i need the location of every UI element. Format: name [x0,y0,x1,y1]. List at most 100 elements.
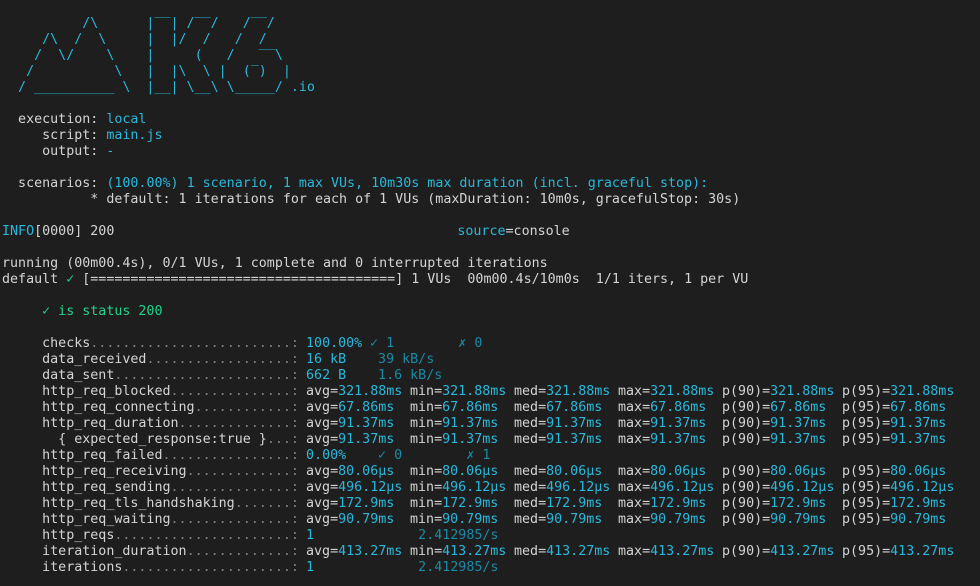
metric-stat-label: p(90)= [722,384,771,399]
check-result: ✓ is status 200 [2,304,163,319]
metric-stat-p95: p(95)=321.88ms [842,384,954,400]
metric-stat-label: avg= [306,544,339,559]
metric-stat-value: 67.86ms [442,400,499,415]
metric-stat-label: p(90)= [722,400,771,415]
metric-stat-label: p(90)= [722,512,771,527]
script-label: script: [2,128,99,143]
metric-stat-label: med= [514,400,547,415]
metric-stat-label: min= [410,544,443,559]
metric-stat-value: 91.37ms [770,432,827,447]
metric-stat-min: min=90.79ms [410,512,498,528]
metric-stat-p95: p(95)=413.27ms [842,544,954,560]
metric-stat-value: 172.9ms [770,496,827,511]
metric-stat-avg: avg=321.88ms [306,384,402,400]
metric-row: http_req_connecting............: avg=67.8… [2,400,978,416]
metric-dots: ...: [266,432,299,447]
metric-stat-value: 413.27ms [442,544,507,559]
metric-stat-med: med=91.37ms [514,416,602,432]
metric-stat-label: min= [410,432,443,447]
metric-value: 100.00% [298,336,363,351]
metric-stat-label: p(95)= [842,512,891,527]
metric-stat-label: p(95)= [842,464,891,479]
metric-stat-label: max= [618,464,651,479]
output-line: output: - [2,144,978,160]
metric-stat-value: 172.9ms [650,496,707,511]
metric-dots: ......................: [114,528,299,543]
metric-name: http_req_tls_handshaking [2,496,235,511]
metric-dots: ..............: [178,416,299,431]
logo-line: / __________ \ |__| \__\ \_____/ [2,80,283,95]
log-source-value: =console [505,224,570,239]
metric-stat-value: 413.27ms [650,544,715,559]
metric-stat-value: 172.9ms [338,496,395,511]
metric-name: http_req_receiving [2,464,187,479]
metric-stat-label: avg= [306,416,339,431]
metric-stat-label: avg= [306,400,339,415]
metric-row: http_req_duration..............: avg=91.3… [2,416,978,432]
metric-stat-value: 496.12µs [338,480,403,495]
metric-stat-label: p(95)= [842,496,891,511]
metric-stat-p90: p(90)=172.9ms [722,496,826,512]
metric-row: http_req_sending...............: avg=496.… [2,480,978,496]
metric-stat-label: avg= [306,480,339,495]
metric-stat-value: 496.12µs [546,480,611,495]
progress-tail: 1 VUs 00m00.4s/10m0s 1/1 iters, 1 per VU [403,272,749,287]
metric-name: http_req_blocked [2,384,171,399]
metric-stat-label: p(95)= [842,432,891,447]
metric-name: http_req_waiting [2,512,171,527]
metric-stat-p90: p(90)=67.86ms [722,400,826,416]
metric-value: 0.00% [298,448,347,463]
log-line: INFO[0000] 200 source=console [2,224,978,240]
metric-stat-label: min= [410,464,443,479]
k6-logo: /\ |‾‾| /‾‾/ /‾‾/ /\ / \ | |/ / / / / \/… [2,16,978,96]
metric-stat-value: 80.06µs [890,464,947,479]
metric-stat-p90: p(90)=496.12µs [722,480,834,496]
metric-stat-label: med= [514,544,547,559]
metric-stat-value: 496.12µs [890,480,955,495]
metric-dots: ...............: [170,480,299,495]
metric-dots: .........................: [90,336,299,351]
metric-extra: 2.412985/s [362,560,499,575]
metric-row: http_reqs......................: 1 2.412… [2,528,978,544]
metric-stat-value: 90.79ms [890,512,947,527]
metric-dots: .............: [186,544,299,559]
scenarios-value: (100.00%) 1 scenario, 1 max VUs, 10m30s … [98,176,709,191]
metric-name: iteration_duration [2,544,187,559]
metric-stat-value: 67.86ms [546,400,603,415]
metric-stat-label: min= [410,384,443,399]
metric-stat-value: 413.27ms [890,544,955,559]
metric-dots: .......: [234,496,299,511]
metric-stat-p95: p(95)=80.06µs [842,464,946,480]
log-level: INFO [2,224,35,239]
metric-stat-label: max= [618,384,651,399]
metric-stat-label: min= [410,480,443,495]
metric-stat-label: min= [410,496,443,511]
metric-stat-max: max=80.06µs [618,464,706,480]
metric-stat-value: 80.06µs [442,464,499,479]
log-message: [0000] 200 [34,224,115,239]
metric-stat-value: 172.9ms [546,496,603,511]
metric-stat-label: max= [618,416,651,431]
metric-stat-label: max= [618,512,651,527]
metric-row: checks.........................: 100.00%… [2,336,978,352]
metric-dots: ...............: [170,512,299,527]
metric-stat-med: med=80.06µs [514,464,602,480]
terminal-output: /\ |‾‾| /‾‾/ /‾‾/ /\ / \ | |/ / / / / \/… [2,16,978,576]
metric-stat-value: 80.06µs [770,464,827,479]
metric-stat-value: 91.37ms [338,432,395,447]
metric-stat-p90: p(90)=413.27ms [722,544,834,560]
logo-line: / \ | |\ \ | (‾) | [2,64,291,79]
metric-stat-label: med= [514,464,547,479]
metric-stat-value: 321.88ms [890,384,955,399]
metric-stat-max: max=321.88ms [618,384,714,400]
metric-stat-label: p(90)= [722,464,771,479]
metric-stat-value: 321.88ms [546,384,611,399]
script-line: script: main.js [2,128,978,144]
metric-stat-label: p(90)= [722,432,771,447]
metric-row: http_req_receiving.............: avg=80.0… [2,464,978,480]
metric-stat-label: p(95)= [842,416,891,431]
script-value: main.js [98,128,163,143]
metric-stat-p90: p(90)=321.88ms [722,384,834,400]
metric-stat-p95: p(95)=496.12µs [842,480,954,496]
metric-stat-p95: p(95)=172.9ms [842,496,946,512]
